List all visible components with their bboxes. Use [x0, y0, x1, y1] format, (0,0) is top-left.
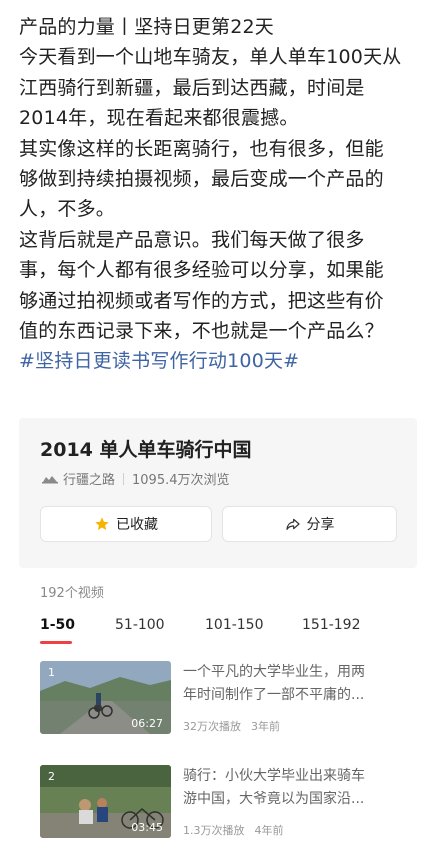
video-plays: 32万次播放 — [183, 720, 241, 733]
hashtag-link[interactable]: #坚持日更读书写作行动100天# — [19, 346, 427, 376]
video-duration: 03:45 — [131, 821, 163, 834]
video-index: 2 — [48, 770, 55, 783]
collection-header[interactable]: 2014 单人单车骑行中国 行疆之路 1095.4万次浏览 已收藏 分享 — [19, 418, 417, 568]
post-paragraph-line: 今天看到一个山地车骑友，单人单车100天从 — [19, 46, 402, 69]
video-count: 192个视频 — [40, 586, 104, 601]
video-thumbnail: 2 03:45 — [40, 765, 171, 838]
video-plays: 1.3万次播放 — [183, 824, 245, 837]
star-icon — [95, 517, 109, 530]
episode-range-tabs: 1-50 51-100 101-150 151-192 — [40, 617, 400, 647]
meta-divider — [123, 472, 125, 485]
video-title: 一个平凡的大学毕业生，用两 年时间制作了一部不平庸的... — [183, 664, 365, 703]
collection-meta: 行疆之路 1095.4万次浏览 — [42, 469, 230, 488]
collection-views: 1095.4万次浏览 — [132, 473, 230, 488]
video-age: 3年前 — [251, 720, 280, 733]
post-paragraph-line: 够通过拍视频或者写作的方式，把这些有价 — [19, 289, 384, 312]
post-body: 产品的力量丨坚持日更第22天 今天看到一个山地车骑友，单人单车100天从 江西骑… — [19, 12, 427, 377]
video-thumbnail: 1 06:27 — [40, 661, 171, 734]
video-meta: 1.3万次播放 4年前 — [183, 822, 284, 838]
post-paragraph-line: 够做到持续拍摄视频，最后变成一个产品的 — [19, 168, 384, 191]
post-paragraph-line: 这背后就是产品意识。我们每天做了很多 — [19, 228, 365, 251]
share-button[interactable]: 分享 — [222, 506, 397, 542]
share-icon — [285, 518, 300, 530]
video-item[interactable]: 2 03:45 骑行：小伙大学毕业出来骑车 游中国，大爷竟以为国家沿... 1.… — [40, 765, 397, 843]
collection-author[interactable]: 行疆之路 — [63, 469, 115, 488]
post-paragraph-line: 人，不多。 — [19, 198, 116, 221]
video-index: 1 — [48, 666, 55, 679]
post-paragraph-line: 2014年，现在看起来都很震撼。 — [19, 107, 299, 130]
active-tab-indicator — [40, 641, 72, 644]
route-icon — [42, 475, 58, 483]
collection-title: 2014 单人单车骑行中国 — [40, 439, 252, 461]
video-title: 骑行：小伙大学毕业出来骑车 游中国，大爷竟以为国家沿... — [183, 768, 365, 807]
share-label: 分享 — [306, 517, 335, 533]
video-meta: 32万次播放 3年前 — [183, 718, 280, 734]
post-paragraph-line: 江西骑行到新疆，最后到达西藏，时间是 — [19, 76, 365, 99]
video-item[interactable]: 1 06:27 一个平凡的大学毕业生，用两 年时间制作了一部不平庸的... 32… — [40, 661, 397, 739]
post-title: 产品的力量丨坚持日更第22天 — [19, 16, 274, 38]
post-paragraph-line: 事，每个人都有很多经验可以分享，如果能 — [19, 259, 384, 282]
tab-51-100[interactable]: 51-100 — [115, 617, 165, 633]
collection-card: 2014 单人单车骑行中国 行疆之路 1095.4万次浏览 已收藏 分享 192… — [19, 418, 417, 843]
post-paragraph-line: 其实像这样的长距离骑行，也有很多，但能 — [19, 137, 384, 160]
tab-1-50[interactable]: 1-50 — [40, 617, 75, 633]
favorite-label: 已收藏 — [116, 517, 158, 533]
video-duration: 06:27 — [131, 717, 163, 730]
tab-101-150[interactable]: 101-150 — [205, 617, 264, 633]
tab-151-192[interactable]: 151-192 — [302, 617, 361, 633]
video-age: 4年前 — [254, 824, 284, 837]
favorite-button[interactable]: 已收藏 — [40, 506, 212, 542]
post-paragraph-line: 值的东西记录下来，不也就是一个产品么？ — [19, 320, 384, 343]
